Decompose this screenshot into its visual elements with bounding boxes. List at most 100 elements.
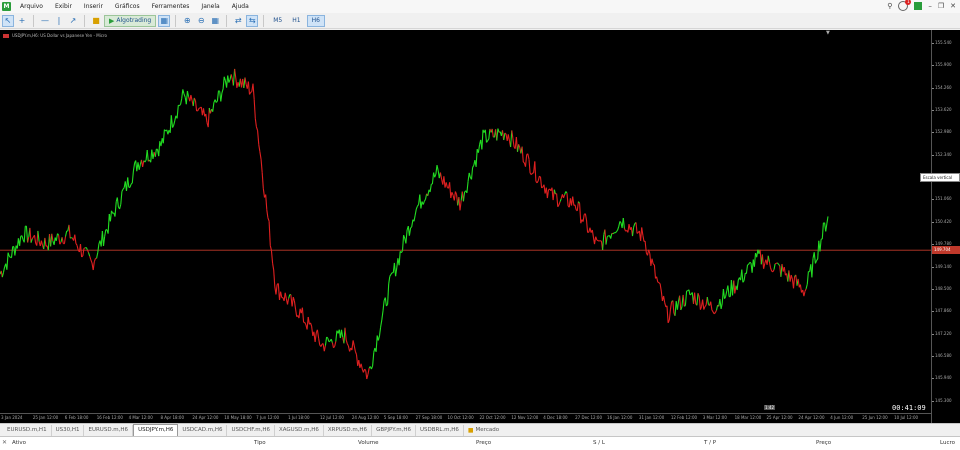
zoom-out-icon[interactable]: ⊖	[195, 15, 207, 27]
symbol-tab[interactable]: XRPUSD.m,H6	[324, 424, 373, 436]
price-segment	[280, 291, 283, 298]
price-segment	[55, 233, 59, 241]
price-segment	[144, 159, 147, 163]
zoom-in-icon[interactable]: ⊕	[181, 15, 193, 27]
time-tick-label: 24 Apr 12:00	[192, 415, 219, 420]
price-segment	[475, 149, 478, 167]
algotrading-button[interactable]: ▶ Algotrading	[104, 14, 157, 27]
col-tp[interactable]: T / P	[704, 440, 716, 446]
menu-inserir[interactable]: Inserir	[78, 3, 109, 10]
menu-ajuda[interactable]: Ajuda	[226, 3, 255, 10]
price-segment	[292, 296, 295, 302]
symbol-tab[interactable]: GBPJPY.m,H6	[372, 424, 416, 436]
time-tick-label: 4 Jun 12:00	[830, 415, 854, 420]
price-segment	[122, 187, 125, 190]
symbol-tab[interactable]: EURUSD.m,H6	[84, 424, 134, 436]
timeframe-h6[interactable]: H6	[306, 14, 325, 27]
toolbar-divider	[175, 14, 177, 27]
menu-exibir[interactable]: Exibir	[49, 3, 78, 10]
minimize-icon[interactable]: –	[928, 2, 932, 10]
price-segment	[666, 305, 669, 323]
price-segment	[804, 288, 807, 292]
col-sl[interactable]: S / L	[593, 440, 605, 446]
restore-icon[interactable]: ❐	[938, 2, 944, 10]
col-volume[interactable]: Volume	[358, 440, 378, 446]
price-segment	[805, 283, 808, 290]
vertical-line-tool-icon[interactable]: |	[53, 15, 65, 27]
menu-ferramentas[interactable]: Ferramentes	[146, 3, 196, 10]
notification-icon[interactable]: 1	[898, 0, 912, 11]
trendline-tool-icon[interactable]: ↗	[67, 15, 79, 27]
symbol-tab[interactable]: USDCHF.m,H6	[227, 424, 275, 436]
cursor-tool-icon[interactable]: ↖	[2, 14, 14, 27]
lock-icon[interactable]: ■	[90, 15, 102, 27]
horizontal-line-tool-icon[interactable]: —	[39, 15, 51, 27]
chart-navigation-marker[interactable]: 1:42	[764, 405, 775, 410]
toolbar: ↖ + — | ↗ ■ ▶ Algotrading ▦ ⊕ ⊖ ▦ ⇄ ⇆ M5…	[0, 13, 960, 29]
price-segment	[552, 189, 555, 201]
time-tick-label: 4 Mar 12:00	[128, 415, 153, 420]
price-segment	[202, 108, 206, 117]
price-segment	[293, 300, 297, 310]
col-preco-atual[interactable]: Preço	[816, 440, 831, 446]
search-icon[interactable]: ⚲	[887, 2, 892, 10]
price-segment	[132, 163, 136, 172]
price-segment	[387, 283, 390, 305]
chart-type-icon[interactable]: ▦	[158, 14, 171, 27]
price-segment	[258, 144, 261, 152]
time-tick-label: 4 Dec 18:00	[543, 415, 568, 420]
price-axis[interactable]: 149.704 155.540 155.900 154.260 153.620 152.…	[931, 30, 960, 423]
price-segment	[576, 201, 579, 211]
price-segment	[234, 68, 237, 79]
price-segment	[222, 76, 225, 89]
price-chart[interactable]: USDJPY.m,H6: US Dollar vs Japanese Yen -…	[0, 30, 960, 423]
price-segment	[316, 329, 320, 339]
price-segment	[658, 282, 661, 285]
close-terminal-icon[interactable]: ✕	[2, 439, 7, 446]
price-segment	[559, 198, 562, 202]
crosshair-tool-icon[interactable]: +	[16, 15, 28, 27]
auto-scroll-icon[interactable]: ⇄	[232, 15, 244, 27]
chart-shift-icon[interactable]: ⇆	[246, 14, 259, 27]
timeframe-h1[interactable]: H1	[288, 15, 304, 27]
time-axis[interactable]: 3 Jan 2024 25 Jan 12:00 6 Feb 18:00 16 Feb …	[0, 413, 931, 423]
symbol-tab[interactable]: USDJPY.m,H6	[133, 424, 179, 436]
price-segment	[696, 293, 699, 306]
symbol-tab[interactable]: USDBRL.m,H6	[416, 424, 464, 436]
menu-janela[interactable]: Janela	[195, 3, 225, 10]
price-segment	[617, 226, 620, 231]
price-segment	[825, 223, 828, 232]
price-segment	[345, 339, 348, 344]
menu-arquivo[interactable]: Arquivo	[14, 3, 49, 10]
price-segment	[669, 301, 673, 310]
symbol-tab[interactable]: XAGUSD.m,H6	[275, 424, 324, 436]
price-segment	[727, 285, 730, 297]
price-segment	[747, 263, 749, 266]
symbol-tab[interactable]: EURUSD.m,H1	[3, 424, 52, 436]
price-segment	[427, 189, 430, 196]
timeframe-m5[interactable]: M5	[269, 15, 286, 27]
price-segment	[389, 274, 392, 277]
price-segment	[591, 229, 594, 238]
price-segment	[694, 292, 697, 305]
time-tick-label: 27 Sep 18:00	[415, 415, 443, 420]
symbol-tab[interactable]: USDCAD.m,H6	[178, 424, 228, 436]
price-segment	[266, 209, 269, 218]
grid-icon[interactable]: ▦	[209, 15, 221, 27]
menu-graficos[interactable]: Gráficos	[109, 3, 146, 10]
price-segment	[806, 271, 809, 285]
price-tick-mark	[932, 43, 934, 44]
col-lucro[interactable]: Lucro	[940, 440, 955, 446]
price-segment	[410, 226, 413, 229]
price-segment	[434, 173, 437, 178]
market-tab[interactable]: ■ Mercado	[464, 425, 503, 436]
col-tipo[interactable]: Tipo	[254, 440, 266, 446]
col-preco[interactable]: Preço	[476, 440, 491, 446]
price-segment	[657, 281, 660, 284]
close-icon[interactable]: ✕	[950, 2, 956, 10]
price-segment	[257, 130, 260, 145]
price-segment	[711, 309, 714, 313]
symbol-tab[interactable]: US30,H1	[52, 424, 85, 436]
account-status-icon[interactable]	[914, 2, 923, 10]
col-ativo[interactable]: Ativo	[12, 440, 26, 446]
